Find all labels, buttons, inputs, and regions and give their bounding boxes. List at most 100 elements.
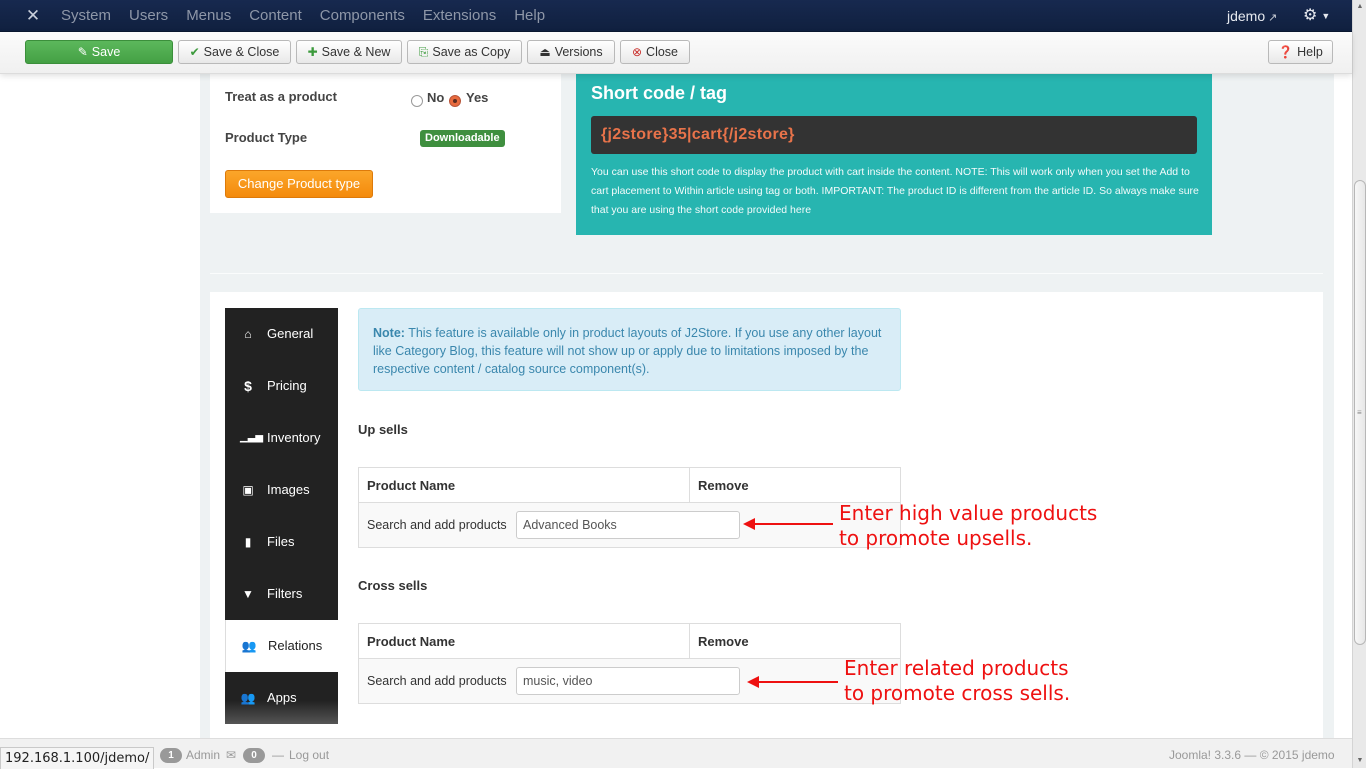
search-products-label: Search and add products [367,674,507,688]
messages-count-badge[interactable]: 0 [243,748,265,763]
tab-relations[interactable]: 👥 Relations [225,620,338,672]
col-remove: Remove [698,634,749,649]
relations-note: Note: This feature is available only in … [358,308,901,391]
user-menu-toggle[interactable]: ⚙ ▼ [1303,0,1330,32]
external-link-icon: ↗ [1268,12,1278,24]
col-product-name: Product Name [367,478,456,493]
note-text: This feature is available only in produc… [373,326,882,376]
check-icon: ✔ [189,45,200,59]
annotation-arrow-crosssell [747,676,838,688]
crosssells-heading: Cross sells [358,578,428,593]
cancel-circle-icon: ⊗ [631,45,643,59]
tab-inventory[interactable]: ▁▃▅ Inventory [225,412,338,464]
search-products-label: Search and add products [367,518,507,532]
menu-menus[interactable]: Menus [177,0,240,32]
upsells-table: Product Name Remove Search and add produ… [358,467,901,548]
tab-general[interactable]: ⌂ General [225,308,338,360]
col-remove: Remove [698,478,749,493]
treat-yes-label: Yes [466,90,489,105]
annotation-arrow-upsell [743,518,833,530]
question-circle-icon: ❓ [1278,45,1294,59]
save-close-button[interactable]: ✔ Save & Close [178,40,291,64]
upsell-search-input[interactable] [516,511,740,539]
crosssell-search-input[interactable] [516,667,740,695]
home-icon: ⌂ [244,327,252,341]
plus-icon: ✚ [307,45,318,59]
main-content: Treat as a product No Yes Product Type D… [200,74,1334,738]
logout-link[interactable]: Log out [289,748,329,763]
dollar-icon: $ [244,378,252,394]
menu-users[interactable]: Users [120,0,177,32]
change-product-type-button[interactable]: Change Product type [225,170,373,198]
note-label: Note: [373,326,405,340]
left-gutter [0,74,200,738]
signal-bars-icon: ▁▃▅ [240,432,264,443]
table-header: Product Name Remove [359,624,900,659]
product-type-badge: Downloadable [420,130,505,147]
main-menu: System Users Menus Content Components Ex… [52,0,554,32]
menu-content[interactable]: Content [240,0,311,32]
product-settings-card: Treat as a product No Yes Product Type D… [210,74,561,213]
menu-help[interactable]: Help [505,0,554,32]
url-tooltip: 192.168.1.100/jdemo/ [0,747,155,769]
gear-icon: ⚙ [1303,7,1318,25]
save-new-button[interactable]: ✚ Save & New [296,40,402,64]
visitors-count-badge[interactable]: 1 [160,748,182,763]
grip-icon: ≡ [1357,408,1362,417]
annotation-upsell: Enter high value products to promote ups… [839,501,1098,550]
edit-icon: ✎ [77,45,88,59]
table-header: Product Name Remove [359,468,900,503]
users-icon: 👥 [240,691,256,705]
site-link[interactable]: jdemo ↗ [1227,0,1277,34]
close-button[interactable]: ⊗ Close [620,40,690,64]
scroll-down-icon[interactable]: ▼ [1355,756,1365,766]
joomla-logo-icon[interactable]: ✕ [23,6,43,26]
product-type-label: Product Type [225,130,308,145]
tab-images[interactable]: ▣ Images [225,464,338,516]
product-tabs: ⌂ General $ Pricing ▁▃▅ Inventory ▣ Images ▮… [225,308,338,724]
site-name: jdemo [1227,8,1266,24]
page-scrollbar[interactable]: ▲ ≡ ▼ [1352,0,1366,768]
minus-icon: — [272,748,284,762]
tab-pricing[interactable]: $ Pricing [225,360,338,412]
crosssells-table: Product Name Remove Search and add produ… [358,623,901,704]
save-button[interactable]: ✎ Save [25,40,173,64]
scrollbar-thumb[interactable]: ≡ [1354,180,1366,645]
menu-extensions[interactable]: Extensions [414,0,505,32]
section-divider [210,273,1323,274]
versions-button[interactable]: ⏏ Versions [527,40,615,64]
copy-icon: ⎘ [418,45,429,59]
annotation-crosssell: Enter related products to promote cross … [844,656,1071,705]
status-footer: 192.168.1.100/jdemo/ 1 Admin ✉ 0 — Log o… [0,738,1352,769]
shortcode-title: Short code / tag [591,83,728,103]
save-as-copy-button[interactable]: ⎘ Save as Copy [407,40,522,64]
col-product-name: Product Name [367,634,456,649]
treat-as-product-label: Treat as a product [225,89,337,104]
table-row: Search and add products [359,503,900,547]
treat-no-radio[interactable] [411,95,423,107]
toolbar: ✎ Save ✔ Save & Close ✚ Save & New ⎘ Save as… [0,32,1352,74]
upsells-heading: Up sells [358,422,408,437]
shortcode-description: You can use this short code to display t… [591,166,1199,216]
filter-icon: ▼ [242,587,254,601]
shortcode-panel: Short code / tag {j2store}35|cart{/j2sto… [576,74,1212,235]
scroll-up-icon[interactable]: ▲ [1355,2,1365,12]
caret-down-icon: ▼ [1321,11,1331,21]
envelope-icon: ✉ [226,748,237,762]
file-icon: ▮ [244,535,252,549]
tab-files[interactable]: ▮ Files [225,516,338,568]
treat-no-label: No [427,90,445,105]
top-navbar: ✕ System Users Menus Content Components … [0,0,1352,32]
tab-filters[interactable]: ▼ Filters [225,568,338,620]
shortcode-value[interactable]: {j2store}35|cart{/j2store} [591,116,1197,154]
admin-link[interactable]: Admin [186,748,220,763]
treat-yes-radio[interactable] [449,95,461,107]
version-info: Joomla! 3.3.6 — © 2015 jdemo [1169,748,1335,762]
menu-components[interactable]: Components [311,0,414,32]
users-icon: 👥 [241,639,257,653]
help-button[interactable]: ❓ Help [1268,40,1333,64]
product-tabs-panel: ⌂ General $ Pricing ▁▃▅ Inventory ▣ Images ▮… [210,292,1323,738]
tab-apps[interactable]: 👥 Apps [225,672,338,724]
menu-system[interactable]: System [52,0,120,32]
image-icon: ▣ [242,483,254,497]
